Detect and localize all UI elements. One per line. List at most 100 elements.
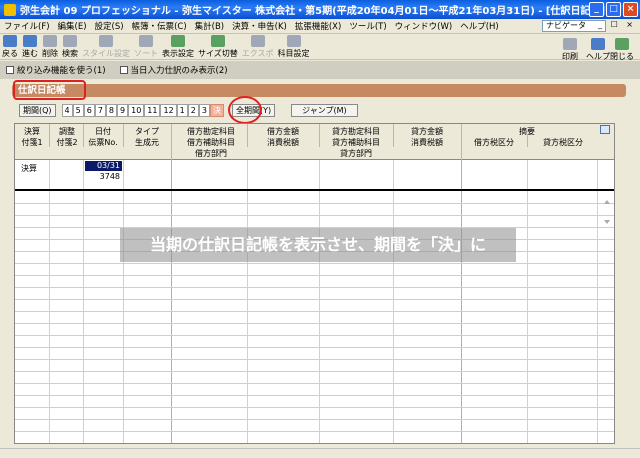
- app-icon: [4, 3, 16, 16]
- menu-extensions[interactable]: 拡張機能(X): [295, 20, 341, 32]
- period-month-6[interactable]: 6: [83, 104, 95, 117]
- period-month-10[interactable]: 10: [128, 104, 145, 117]
- period-month-11[interactable]: 11: [144, 104, 161, 117]
- col-fusen1: 付箋1: [21, 138, 43, 147]
- col-chousei: 調整: [59, 127, 75, 136]
- col-debit-account: 借方勘定科目: [187, 127, 235, 136]
- col-type: タイプ: [135, 127, 159, 136]
- back-button[interactable]: 戻る: [2, 35, 18, 59]
- period-month-2[interactable]: 2: [187, 104, 199, 117]
- forward-label: 進む: [22, 49, 38, 58]
- period-month-12[interactable]: 12: [160, 104, 177, 117]
- period-month-1[interactable]: 1: [176, 104, 188, 117]
- display-settings-label: 表示設定: [162, 49, 194, 58]
- forward-arrow-icon: [23, 35, 37, 47]
- maximize-button[interactable]: □: [606, 2, 621, 17]
- menu-help[interactable]: ヘルプ(H): [460, 20, 499, 32]
- export-icon: [250, 35, 265, 47]
- row-date-cell[interactable]: 03/31: [85, 161, 122, 171]
- delete-icon: [43, 35, 57, 47]
- mdi-controls[interactable]: _ ☐ ×: [598, 20, 636, 29]
- row-kessan: 決算: [21, 164, 37, 173]
- search-button[interactable]: 検索: [62, 35, 78, 59]
- period-selector: 期間(Q) 4 5 6 7 8 9 10 11 12 1 2 3 決 全期間(Y…: [19, 104, 358, 117]
- menu-summary[interactable]: 集計(B): [195, 20, 224, 32]
- back-label: 戻る: [2, 49, 18, 58]
- back-arrow-icon: [3, 35, 17, 47]
- col-credit-amount: 貸方金額: [411, 127, 443, 136]
- col-debit-sub: 借方補助科目: [187, 138, 235, 147]
- col-debit-tax-class: 借方税区分: [474, 138, 514, 147]
- col-date: 日付: [95, 127, 111, 136]
- print-button[interactable]: 印刷: [562, 38, 578, 62]
- style-settings-button[interactable]: スタイル設定: [82, 35, 130, 59]
- menu-file[interactable]: ファイル(F): [4, 20, 50, 32]
- menu-edit[interactable]: 編集(E): [58, 20, 87, 32]
- menu-tools[interactable]: ツール(T): [349, 20, 386, 32]
- today-only-checkbox[interactable]: [119, 66, 128, 74]
- sort-button[interactable]: ソート: [134, 35, 158, 59]
- today-only-option[interactable]: 当日入力仕訳のみ表示(2): [119, 64, 228, 76]
- title-bar: 弥生会計 09 プロフェッショナル - 弥生マイスター 株式会社・第5期(平成2…: [0, 0, 640, 19]
- navigator-button[interactable]: ナビゲータ: [542, 20, 606, 32]
- col-denpyo-no: 伝票No.: [88, 138, 118, 147]
- search-icon: [63, 35, 77, 47]
- size-toggle-button[interactable]: サイズ切替: [198, 35, 238, 59]
- period-month-8[interactable]: 8: [105, 104, 118, 117]
- size-toggle-icon: [210, 35, 225, 47]
- account-settings-label: 科目設定: [277, 49, 310, 58]
- closing-period-highlight: [228, 96, 262, 124]
- period-month-3[interactable]: 3: [198, 104, 210, 117]
- col-seiseimoto: 生成元: [135, 138, 159, 147]
- sort-label: ソート: [134, 49, 158, 58]
- option-row: 絞り込み機能を使う(1) 当日入力仕訳のみ表示(2): [0, 61, 640, 79]
- table-row[interactable]: 決算 03/31 3748: [15, 160, 614, 224]
- window-title: 弥生会計 09 プロフェッショナル - 弥生マイスター 株式会社・第5期(平成2…: [20, 6, 606, 17]
- row-denpyo-no: 3748: [99, 172, 120, 181]
- journal-grid: 決算 調整 日付 タイプ 借方勘定科目 借方金額 貸方勘定科目 貸方金額 摘要 …: [14, 123, 615, 444]
- period-button[interactable]: 期間(Q): [19, 104, 56, 117]
- export-button[interactable]: エクスポ: [242, 35, 274, 59]
- account-settings-button[interactable]: 科目設定: [278, 35, 310, 59]
- close-view-button[interactable]: 閉じる: [610, 38, 634, 62]
- col-credit-sub: 貸方補助科目: [332, 138, 380, 147]
- period-closing[interactable]: 決: [209, 104, 224, 117]
- narrow-label: 絞り込み機能を使う(1): [17, 66, 106, 76]
- period-month-5[interactable]: 5: [72, 104, 84, 117]
- style-icon: [99, 35, 113, 47]
- minimize-button[interactable]: _: [589, 2, 604, 17]
- narrow-option[interactable]: 絞り込み機能を使う(1): [6, 64, 106, 76]
- forward-button[interactable]: 進む: [22, 35, 38, 59]
- narrow-checkbox[interactable]: [6, 66, 14, 74]
- print-icon: [563, 38, 577, 50]
- toolbar: 戻る 進む 削除 検索 スタイル設定 ソート 表示設定 サイズ切替 エクスポ 科…: [0, 34, 640, 62]
- menu-settings[interactable]: 設定(S): [95, 20, 124, 32]
- menu-bar: ファイル(F) 編集(E) 設定(S) 帳簿・伝票(C) 集計(B) 決算・申告…: [0, 19, 640, 34]
- col-debit-tax: 消費税額: [267, 138, 299, 147]
- display-settings-button[interactable]: 表示設定: [162, 35, 194, 59]
- memo-scroll[interactable]: [602, 200, 610, 224]
- menu-books[interactable]: 帳簿・伝票(C): [132, 20, 187, 32]
- period-month-7[interactable]: 7: [94, 104, 106, 117]
- jump-button[interactable]: ジャンプ(M): [291, 104, 358, 117]
- grid-header: 決算 調整 日付 タイプ 借方勘定科目 借方金額 貸方勘定科目 貸方金額 摘要 …: [15, 124, 614, 160]
- close-button[interactable]: ×: [623, 2, 638, 17]
- account-settings-icon: [286, 35, 301, 47]
- col-credit-tax-class: 貸方税区分: [543, 138, 583, 147]
- delete-button[interactable]: 削除: [42, 35, 58, 59]
- grid-settings-icon[interactable]: [600, 125, 610, 134]
- status-bar: [0, 448, 640, 458]
- menu-window[interactable]: ウィンドウ(W): [395, 20, 453, 32]
- sort-icon: [139, 35, 153, 47]
- size-toggle-label: サイズ切替: [198, 49, 238, 58]
- delete-label: 削除: [42, 49, 58, 58]
- instruction-caption: 当期の仕訳日記帳を表示させ、期間を「決」に: [149, 235, 486, 254]
- search-label: 検索: [62, 49, 78, 58]
- menu-closing[interactable]: 決算・申告(K): [232, 20, 287, 32]
- today-only-label: 当日入力仕訳のみ表示(2): [130, 66, 228, 76]
- period-month-4[interactable]: 4: [61, 104, 73, 117]
- period-month-9[interactable]: 9: [117, 104, 129, 117]
- close-view-icon: [615, 38, 629, 50]
- col-kessan: 決算: [24, 127, 40, 136]
- help-button[interactable]: ヘルプ: [586, 38, 610, 62]
